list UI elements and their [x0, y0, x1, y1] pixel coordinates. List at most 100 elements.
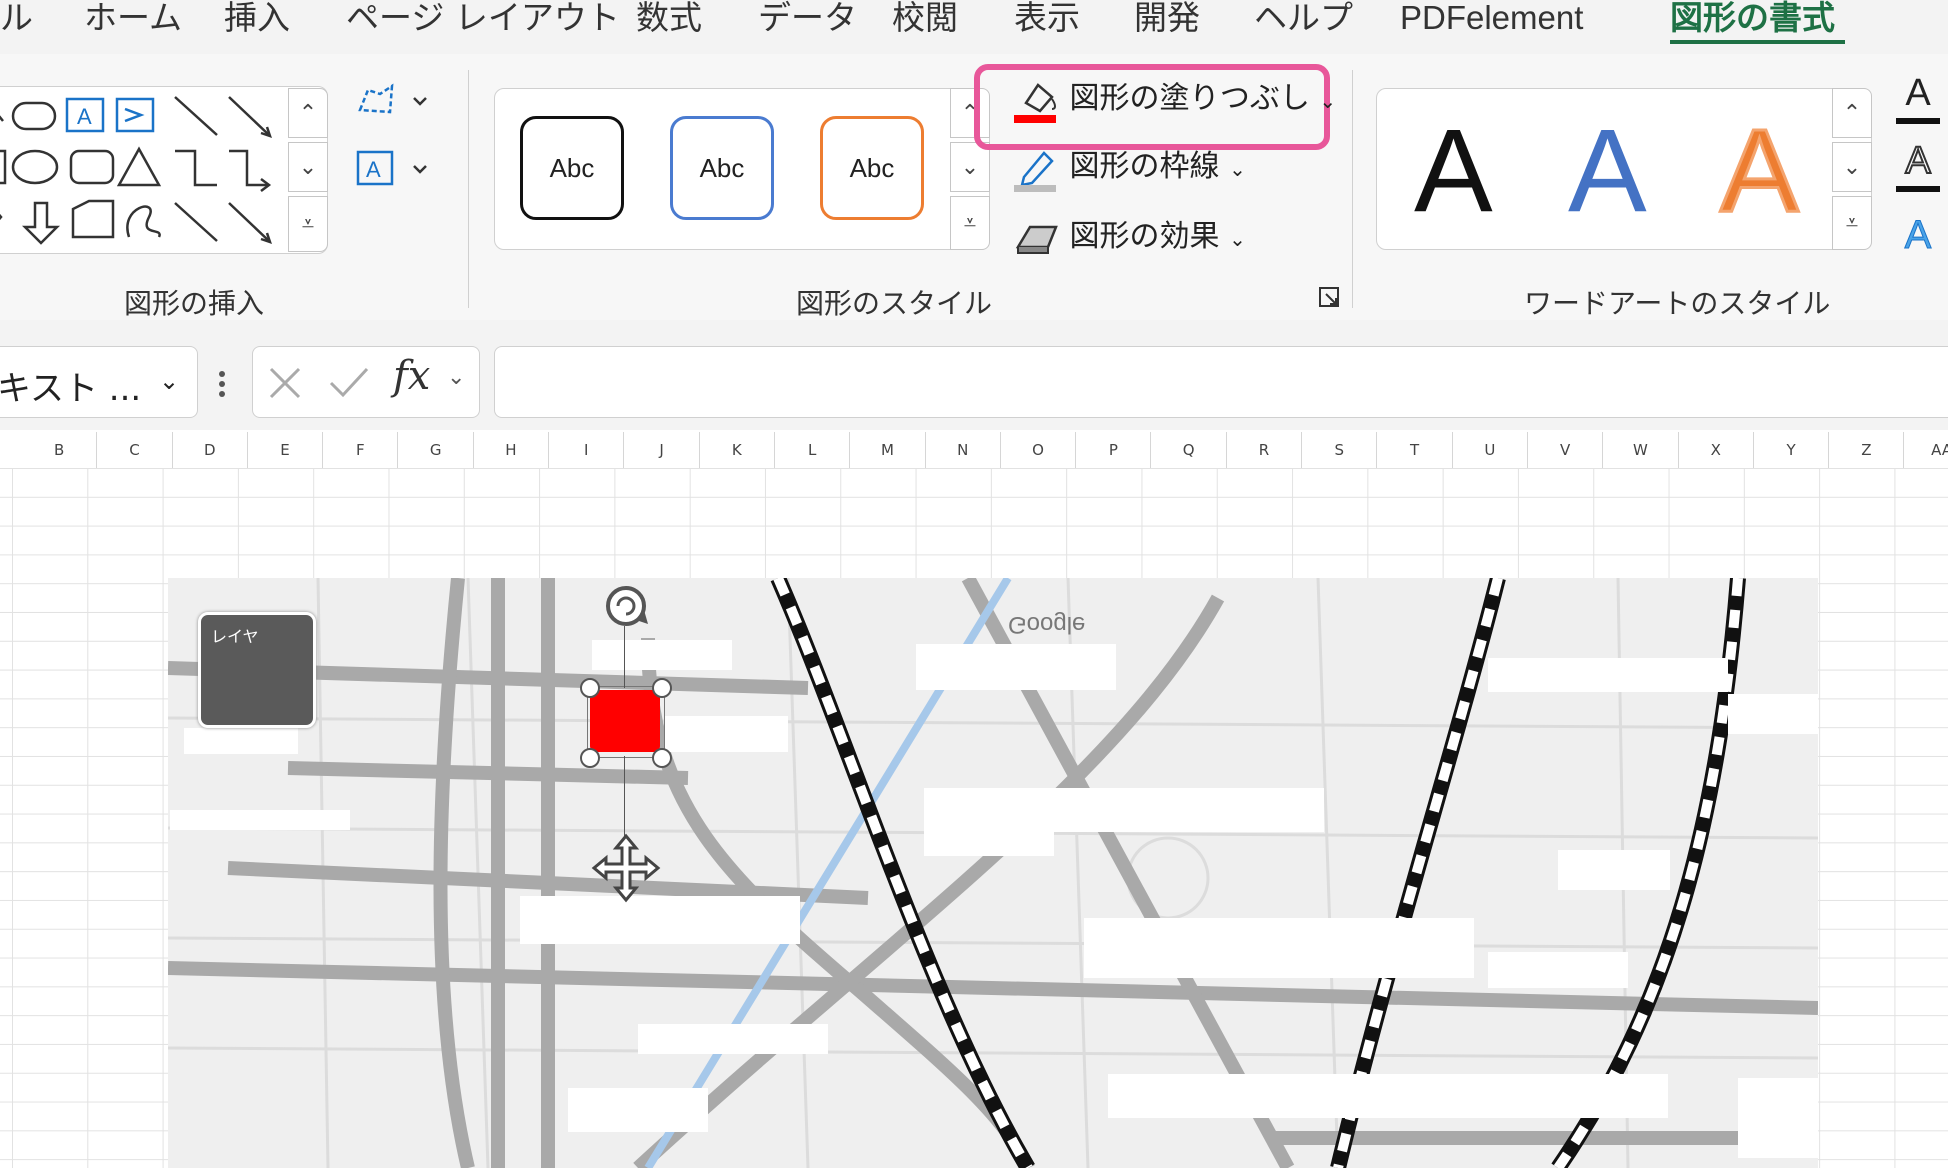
- shape-fill-button[interactable]: 図形の塗りつぶし ⌄: [1012, 74, 1336, 124]
- tab-pdfelement[interactable]: PDFelement: [1400, 0, 1583, 40]
- column-header-f[interactable]: F: [323, 432, 399, 468]
- tab-review[interactable]: 校閲: [892, 0, 958, 40]
- tab-help[interactable]: ヘルプ: [1254, 0, 1353, 40]
- more-options-icon[interactable]: [218, 364, 226, 404]
- expand-more-icon: ⩡: [1845, 210, 1859, 236]
- column-header-p[interactable]: P: [1076, 432, 1152, 468]
- tab-shape-format[interactable]: 図形の書式: [1670, 0, 1835, 40]
- text-box-button[interactable]: A: [350, 144, 430, 192]
- insert-function-button[interactable]: fx: [393, 353, 430, 399]
- column-header-k[interactable]: K: [700, 432, 775, 468]
- wordart-style-orange[interactable]: A: [1719, 111, 1801, 232]
- redaction-box: [1558, 850, 1670, 890]
- redaction-box: [916, 644, 1116, 690]
- wordart-more-button[interactable]: ⩡: [1832, 196, 1872, 250]
- column-header-u[interactable]: U: [1453, 432, 1528, 468]
- column-header-m[interactable]: M: [850, 432, 926, 468]
- formula-input[interactable]: [494, 346, 1948, 418]
- tab-home[interactable]: ホーム: [84, 0, 182, 40]
- name-box[interactable]: キスト ... ⌄: [0, 346, 198, 418]
- redaction-box: [1108, 1074, 1668, 1118]
- tab-page-layout[interactable]: ページ レイアウト: [346, 0, 620, 40]
- redaction-box: [184, 728, 298, 754]
- column-header-d[interactable]: D: [173, 432, 248, 468]
- gallery-scroll-up[interactable]: ⌃: [288, 88, 328, 138]
- text-effects-button[interactable]: A: [1896, 212, 1940, 262]
- chevron-down-icon[interactable]: ⌄: [447, 365, 465, 390]
- column-header-x[interactable]: X: [1679, 432, 1754, 468]
- shape-effects-button[interactable]: 図形の効果 ⌄: [1012, 212, 1246, 262]
- gallery-more-button[interactable]: ⩡: [288, 196, 328, 252]
- dialog-launcher-icon[interactable]: [1318, 286, 1340, 308]
- chevron-down-icon: ⌄: [1229, 227, 1246, 251]
- tab-data[interactable]: データ: [758, 0, 857, 40]
- map-image[interactable]: レイヤ Google: [168, 578, 1818, 1168]
- chevron-down-icon: ⌄: [960, 154, 980, 180]
- tab-insert[interactable]: 挿入: [224, 0, 290, 40]
- enter-check-icon[interactable]: [327, 363, 371, 403]
- cancel-icon[interactable]: [265, 363, 305, 403]
- redaction-box: [170, 810, 350, 830]
- redaction-box: [664, 716, 788, 752]
- tab-developer[interactable]: 開発: [1134, 0, 1200, 40]
- column-header-e[interactable]: E: [248, 432, 324, 468]
- column-header-z[interactable]: Z: [1829, 432, 1905, 468]
- expand-more-icon: ⩡: [301, 211, 315, 237]
- shape-style-sample-1[interactable]: Abc: [520, 116, 624, 220]
- column-header-o[interactable]: O: [1001, 432, 1077, 468]
- shape-style-sample-2[interactable]: Abc: [670, 116, 774, 220]
- column-header-b[interactable]: B: [22, 432, 98, 468]
- name-box-value: キスト ...: [0, 369, 142, 409]
- chevron-down-icon: ⌄: [1842, 154, 1862, 180]
- move-icon[interactable]: [590, 832, 662, 904]
- wordart-scroll-up[interactable]: ⌃: [1832, 88, 1872, 138]
- active-tab-underline: [1670, 40, 1845, 44]
- tab-formulas[interactable]: 数式: [636, 0, 702, 40]
- column-header-row: B C D E F G H I J K L M N O P Q R S T U V W X Y Z AA: [0, 432, 1948, 469]
- shape-outline-button[interactable]: 図形の枠線 ⌄: [1012, 142, 1246, 192]
- column-header-g[interactable]: G: [399, 432, 474, 468]
- column-header-v[interactable]: V: [1528, 432, 1604, 468]
- wordart-style-blue[interactable]: A: [1568, 112, 1647, 230]
- column-header-aa[interactable]: AA: [1905, 432, 1948, 468]
- column-header-r[interactable]: R: [1227, 432, 1303, 468]
- column-header-c[interactable]: C: [97, 432, 173, 468]
- resize-handle[interactable]: [580, 678, 600, 698]
- resize-handle[interactable]: [580, 748, 600, 768]
- redaction-box: [1728, 694, 1818, 734]
- styles-more-button[interactable]: ⩡: [950, 196, 990, 250]
- column-header-t[interactable]: T: [1377, 432, 1453, 468]
- gallery-scroll-down[interactable]: ⌄: [288, 142, 328, 192]
- redaction-box: [1488, 952, 1628, 988]
- column-header-q[interactable]: Q: [1152, 432, 1227, 468]
- shapes-gallery[interactable]: A: [0, 86, 328, 254]
- rotation-connector: [624, 626, 625, 688]
- column-header-w[interactable]: W: [1603, 432, 1679, 468]
- column-header-n[interactable]: N: [926, 432, 1001, 468]
- resize-handle[interactable]: [652, 748, 672, 768]
- menu-bar: ル ホーム 挿入 ページ レイアウト 数式 データ 校閲 表示 開発 ヘルプ P…: [0, 0, 1948, 54]
- tab-file[interactable]: ル: [0, 0, 33, 40]
- rotate-icon[interactable]: [596, 580, 656, 630]
- column-header-i[interactable]: I: [549, 432, 625, 468]
- wordart-scroll-down[interactable]: ⌄: [1832, 142, 1872, 192]
- column-header-j[interactable]: J: [624, 432, 700, 468]
- shape-style-sample-3[interactable]: Abc: [820, 116, 924, 220]
- chevron-up-icon: ⌃: [1842, 100, 1862, 126]
- text-fill-button[interactable]: A: [1896, 72, 1940, 124]
- chevron-down-icon: ⌄: [1319, 89, 1337, 113]
- tab-view[interactable]: 表示: [1014, 0, 1080, 40]
- column-header-l[interactable]: L: [775, 432, 851, 468]
- column-header-h[interactable]: H: [474, 432, 550, 468]
- svg-text:A: A: [77, 104, 92, 129]
- group-separator: [1352, 70, 1353, 308]
- resize-handle[interactable]: [652, 678, 672, 698]
- text-outline-button[interactable]: A: [1896, 139, 1940, 192]
- edit-shape-button[interactable]: [350, 78, 430, 126]
- map-layer-thumbnail[interactable]: レイヤ: [198, 612, 316, 728]
- column-header-y[interactable]: Y: [1754, 432, 1830, 468]
- shape-fill-label: 図形の塗りつぶし: [1069, 81, 1310, 116]
- expand-more-icon: ⩡: [963, 210, 977, 236]
- wordart-style-black[interactable]: A: [1414, 112, 1493, 230]
- column-header-s[interactable]: S: [1302, 432, 1378, 468]
